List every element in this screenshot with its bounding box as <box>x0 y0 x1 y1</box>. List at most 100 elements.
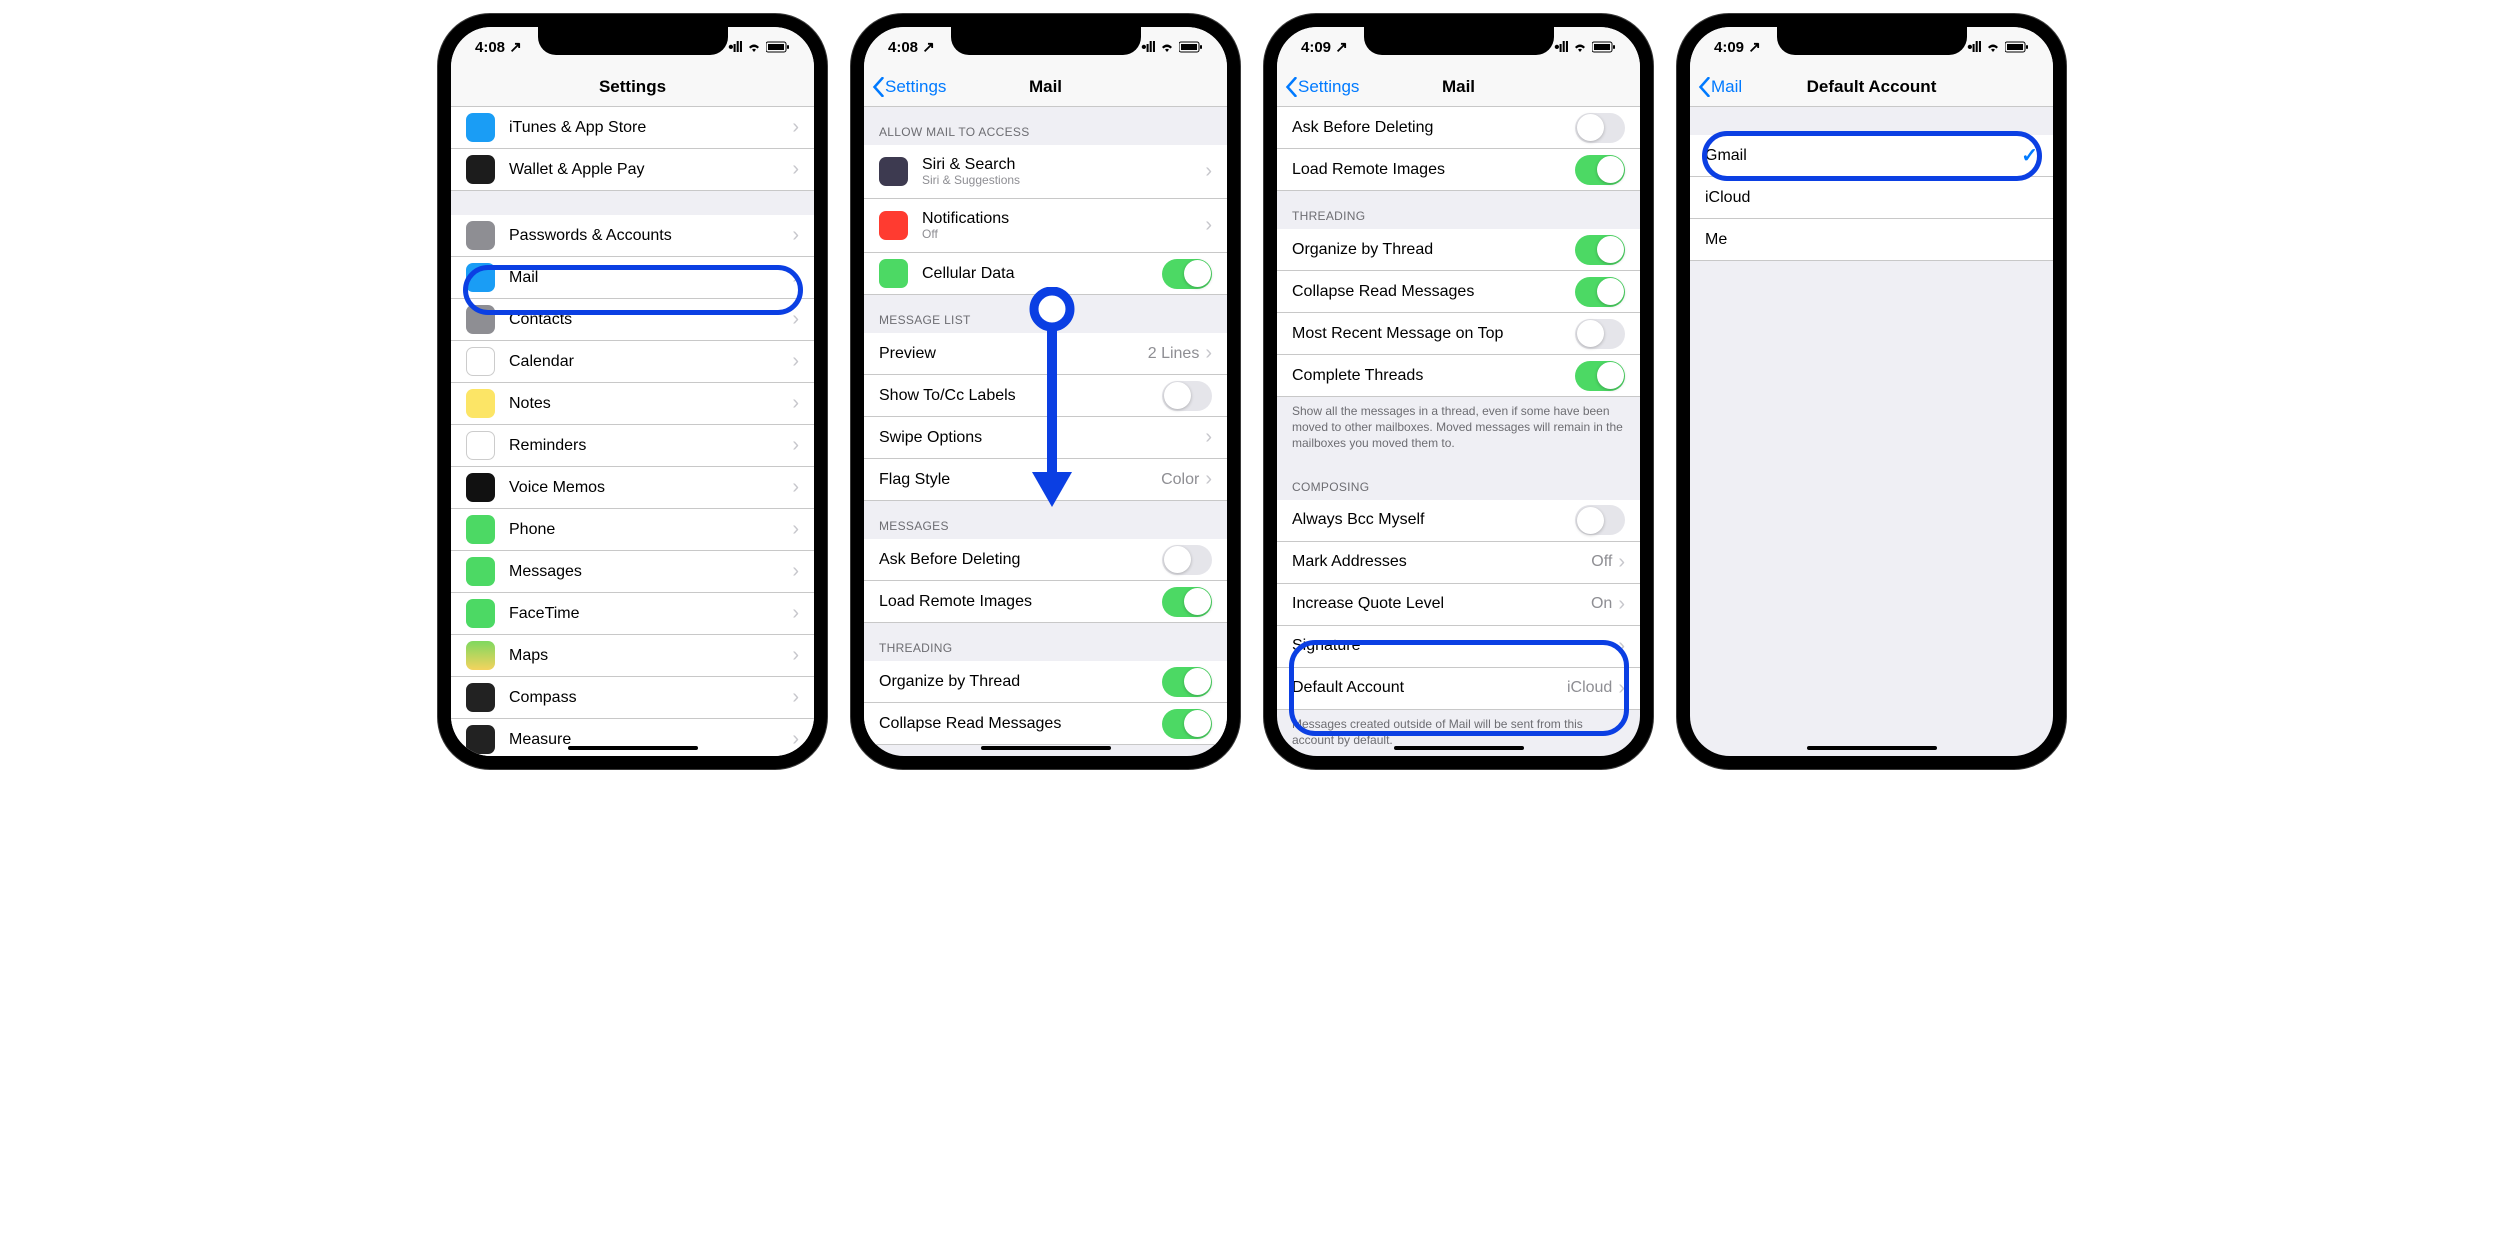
row-calendar[interactable]: Calendar› <box>451 341 814 383</box>
switch-ask-delete[interactable] <box>1575 113 1625 143</box>
battery-icon <box>1592 41 1616 53</box>
row-itunes[interactable]: iTunes & App Store› <box>451 107 814 149</box>
row-collapse-read[interactable]: Collapse Read Messages <box>864 703 1227 745</box>
wallet-icon <box>466 155 495 184</box>
row-bcc[interactable]: Always Bcc Myself <box>1277 500 1640 542</box>
row-ask-delete[interactable]: Ask Before Deleting <box>1277 107 1640 149</box>
row-cellular[interactable]: Cellular Data <box>864 253 1227 295</box>
account-label: iCloud <box>1705 189 2038 207</box>
row-messages[interactable]: Messages› <box>451 551 814 593</box>
check-icon: ✓ <box>2021 143 2038 168</box>
chevron-icon: › <box>792 728 799 751</box>
chevron-icon: › <box>792 560 799 583</box>
row-label: iTunes & App Store <box>509 119 792 137</box>
back-button[interactable]: Settings <box>1285 77 1359 97</box>
row-ask-delete[interactable]: Ask Before Deleting <box>864 539 1227 581</box>
switch-bcc[interactable] <box>1575 505 1625 535</box>
back-button[interactable]: Mail <box>1698 77 1742 97</box>
notes-icon <box>466 389 495 418</box>
row-most-recent[interactable]: Most Recent Message on Top <box>1277 313 1640 355</box>
row-tocc[interactable]: Show To/Cc Labels <box>864 375 1227 417</box>
switch-organize-thread[interactable] <box>1575 235 1625 265</box>
row-label: Passwords & Accounts <box>509 227 792 245</box>
chevron-icon: › <box>792 116 799 139</box>
row-mark-addresses[interactable]: Mark Addresses Off › <box>1277 542 1640 584</box>
row-passwords[interactable]: Passwords & Accounts› <box>451 215 814 257</box>
chevron-icon: › <box>792 434 799 457</box>
calendar-icon <box>466 347 495 376</box>
switch-organize-thread[interactable] <box>1162 667 1212 697</box>
wifi-icon <box>746 41 762 53</box>
row-swipe[interactable]: Swipe Options › <box>864 417 1227 459</box>
chevron-icon: › <box>792 476 799 499</box>
switch-tocc[interactable] <box>1162 381 1212 411</box>
section-header-msglist: Message List <box>864 295 1227 333</box>
switch-remote-images[interactable] <box>1162 587 1212 617</box>
row-facetime[interactable]: FaceTime› <box>451 593 814 635</box>
row-signature[interactable]: Signature › <box>1277 626 1640 668</box>
row-quote-level[interactable]: Increase Quote Level On › <box>1277 584 1640 626</box>
row-organize-thread[interactable]: Organize by Thread <box>1277 229 1640 271</box>
row-remote-images[interactable]: Load Remote Images <box>1277 149 1640 191</box>
measure-icon <box>466 725 495 754</box>
row-wallet[interactable]: Wallet & Apple Pay› <box>451 149 814 191</box>
row-label: Contacts <box>509 311 792 329</box>
row-label: FaceTime <box>509 605 792 623</box>
itunes-icon <box>466 113 495 142</box>
row-flagstyle[interactable]: Flag Style Color › <box>864 459 1227 501</box>
switch-collapse-read[interactable] <box>1575 277 1625 307</box>
row-default-account[interactable]: Default Account iCloud › <box>1277 668 1640 710</box>
mail-icon <box>466 263 495 292</box>
row-voicememos[interactable]: Voice Memos› <box>451 467 814 509</box>
section-header-allow: Allow Mail to Access <box>864 107 1227 145</box>
back-button[interactable]: Settings <box>872 77 946 97</box>
row-remote-images[interactable]: Load Remote Images <box>864 581 1227 623</box>
battery-icon <box>2005 41 2029 53</box>
chevron-icon: › <box>1618 635 1625 658</box>
switch-remote-images[interactable] <box>1575 155 1625 185</box>
switch-most-recent[interactable] <box>1575 319 1625 349</box>
siri-icon <box>879 157 908 186</box>
row-compass[interactable]: Compass› <box>451 677 814 719</box>
switch-collapse-read[interactable] <box>1162 709 1212 739</box>
account-row-me[interactable]: Me <box>1690 219 2053 261</box>
signal-icon: •ıll <box>1141 39 1155 56</box>
row-mail[interactable]: Mail› <box>451 257 814 299</box>
switch-complete-threads[interactable] <box>1575 361 1625 391</box>
row-reminders[interactable]: Reminders› <box>451 425 814 467</box>
section-header-threading: Threading <box>864 623 1227 661</box>
nav-title: Default Account <box>1807 77 1937 97</box>
account-label: Gmail <box>1705 147 2021 165</box>
messages-icon <box>466 557 495 586</box>
row-label: Phone <box>509 521 792 539</box>
battery-icon <box>1179 41 1203 53</box>
row-maps[interactable]: Maps› <box>451 635 814 677</box>
account-row-gmail[interactable]: Gmail✓ <box>1690 135 2053 177</box>
notifications-icon <box>879 211 908 240</box>
row-label: Voice Memos <box>509 479 792 497</box>
row-siri[interactable]: Siri & SearchSiri & Suggestions › <box>864 145 1227 199</box>
compass-icon <box>466 683 495 712</box>
row-preview[interactable]: Preview 2 Lines › <box>864 333 1227 375</box>
reminders-icon <box>466 431 495 460</box>
row-contacts[interactable]: Contacts› <box>451 299 814 341</box>
chevron-icon: › <box>1618 593 1625 616</box>
switch-ask-delete[interactable] <box>1162 545 1212 575</box>
thread-footer: Show all the messages in a thread, even … <box>1277 397 1640 462</box>
section-header-messages: Messages <box>864 501 1227 539</box>
row-notifications[interactable]: NotificationsOff › <box>864 199 1227 253</box>
row-label: Wallet & Apple Pay <box>509 161 792 179</box>
row-measure[interactable]: Measure› <box>451 719 814 756</box>
switch-cellular[interactable] <box>1162 259 1212 289</box>
maps-icon <box>466 641 495 670</box>
row-notes[interactable]: Notes› <box>451 383 814 425</box>
row-phone[interactable]: Phone› <box>451 509 814 551</box>
account-row-icloud[interactable]: iCloud <box>1690 177 2053 219</box>
row-complete-threads[interactable]: Complete Threads <box>1277 355 1640 397</box>
passwords-icon <box>466 221 495 250</box>
chevron-icon: › <box>1618 551 1625 574</box>
wifi-icon <box>1572 41 1588 53</box>
row-organize-thread[interactable]: Organize by Thread <box>864 661 1227 703</box>
row-collapse-read[interactable]: Collapse Read Messages <box>1277 271 1640 313</box>
nav-title: Mail <box>1442 77 1475 97</box>
